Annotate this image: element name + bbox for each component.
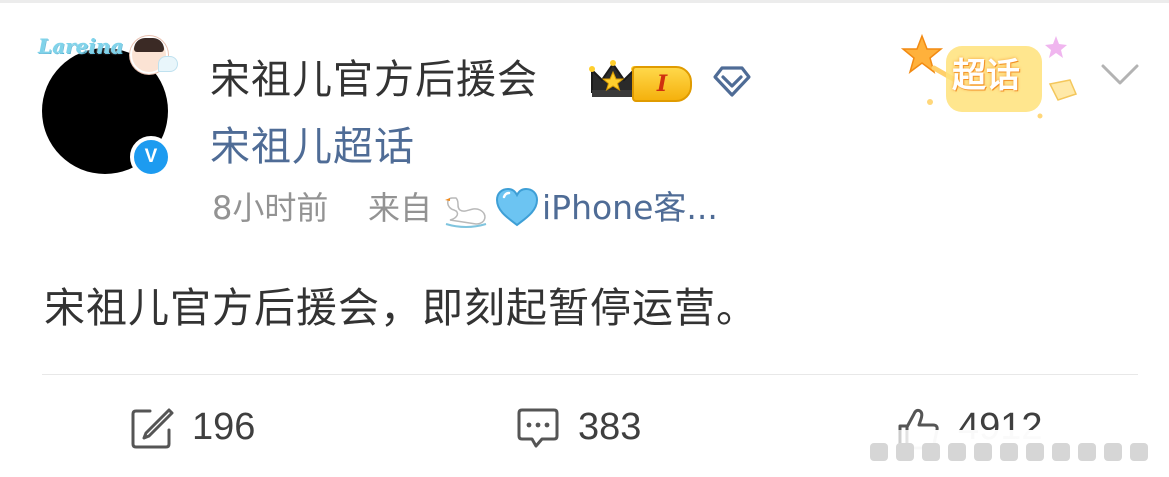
post-text: 宋祖儿官方后援会，即刻起暂停运营。 <box>44 284 758 332</box>
from-label: 来自 <box>368 189 433 227</box>
verified-icon: V <box>130 136 172 178</box>
comment-button[interactable]: 383 <box>516 402 696 452</box>
chevron-down-icon[interactable] <box>1100 62 1140 88</box>
watermark-icon <box>870 443 1148 461</box>
repost-button[interactable]: 196 <box>130 402 310 452</box>
avatar[interactable]: Lareina V <box>36 34 178 178</box>
level-badge: I <box>632 66 692 102</box>
post-time: 8小时前 <box>212 189 329 227</box>
avatar-frame-text: Lareina <box>38 34 124 58</box>
comment-count: 383 <box>578 406 642 448</box>
action-divider <box>42 374 1138 375</box>
client-source[interactable]: iPhone客... <box>542 186 718 230</box>
repost-icon <box>131 408 174 449</box>
username[interactable]: 宋祖儿官方后援会 <box>210 52 538 108</box>
diamond-icon[interactable] <box>712 64 752 98</box>
supertopic-link[interactable]: 宋祖儿超话 <box>210 118 415 176</box>
top-divider <box>0 0 1169 3</box>
blue-heart-icon <box>495 187 539 227</box>
comment-icon <box>517 408 559 448</box>
swan-icon <box>445 197 487 228</box>
crown-icon <box>589 60 637 97</box>
repost-count: 196 <box>192 406 256 448</box>
supertopic-badge-text: 超话 <box>952 56 1020 96</box>
avatar-frame-wing-icon <box>158 56 178 72</box>
